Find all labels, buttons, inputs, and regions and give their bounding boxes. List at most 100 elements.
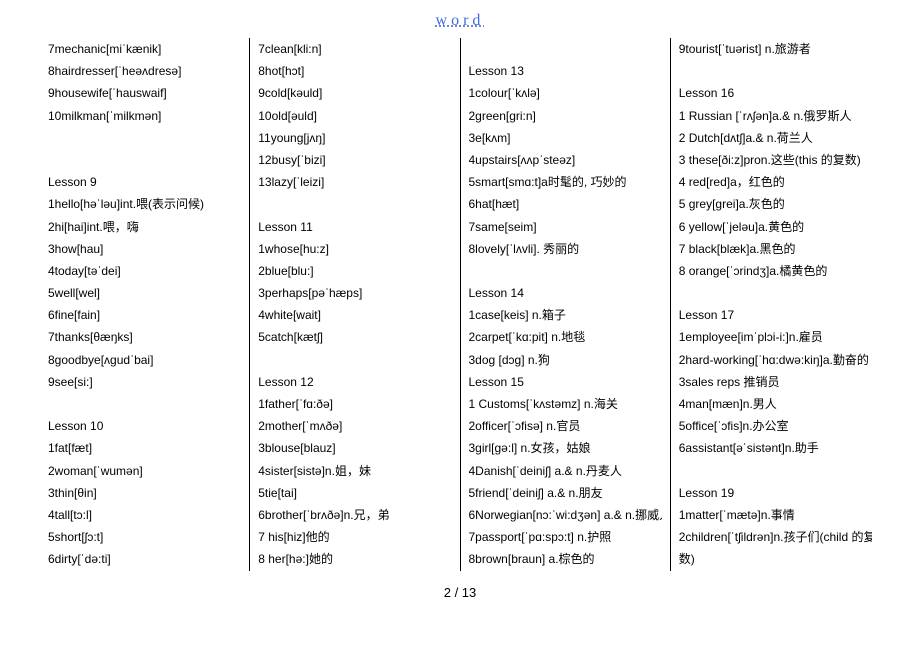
vocab-entry: 8lovely[ˈlᴧvli]. 秀丽的: [469, 238, 662, 260]
spacer: [469, 260, 662, 282]
content-columns: 7mechanic[miˈkænik]8hairdresser[ˈheəᴧdre…: [0, 38, 920, 571]
vocab-entry: 2hi[hai]int.喂，嗨: [48, 216, 241, 238]
vocab-entry: Lesson 13: [469, 60, 662, 82]
vocab-entry: 3e[kᴧm]: [469, 127, 662, 149]
vocab-entry: 2 Dutch[dᴧtʃ]a.& n.荷兰人: [679, 127, 872, 149]
vocab-entry: 1matter[ˈmætə]n.事情: [679, 504, 872, 526]
vocab-entry: 8goodbye[ᴧgudˈbai]: [48, 349, 241, 371]
column-2: Lesson 131colour[ˈkᴧlə]2green[gri:n]3e[k…: [461, 38, 671, 571]
vocab-entry: 4tall[tɔ:l]: [48, 504, 241, 526]
vocab-entry: 6brother[ˈbrᴧðə]n.兄，弟: [258, 504, 451, 526]
spacer: [679, 60, 872, 82]
vocab-entry: Lesson 11: [258, 216, 451, 238]
spacer: [48, 149, 241, 171]
vocab-entry: 5office[ˈɔfis]n.办公室: [679, 415, 872, 437]
vocab-entry: 4today[təˈdei]: [48, 260, 241, 282]
vocab-entry: Lesson 12: [258, 371, 451, 393]
vocab-entry: 7mechanic[miˈkænik]: [48, 38, 241, 60]
vocab-entry: 6fine[fain]: [48, 304, 241, 326]
vocab-entry: 1whose[hu:z]: [258, 238, 451, 260]
vocab-entry: 11young[jᴧŋ]: [258, 127, 451, 149]
vocab-entry: 2carpet[ˈkɑ:pit] n.地毯: [469, 326, 662, 348]
vocab-entry: 13lazy[ˈleizi]: [258, 171, 451, 193]
vocab-entry: 3thin[θin]: [48, 482, 241, 504]
column-3: 9tourist[ˈtuərist] n.旅游者 Lesson 161 Russi…: [671, 38, 880, 571]
spacer: [48, 393, 241, 415]
vocab-entry: 5smart[smɑ:t]a时髦的, 巧妙的: [469, 171, 662, 193]
spacer: [469, 38, 662, 60]
vocab-entry: 6hat[hæt]: [469, 193, 662, 215]
vocab-entry: Lesson 10: [48, 415, 241, 437]
vocab-entry: 3perhaps[pəˈhæps]: [258, 282, 451, 304]
vocab-entry: 8hot[hɔt]: [258, 60, 451, 82]
vocab-entry: 6dirty[ˈdə:ti]: [48, 548, 241, 570]
vocab-entry: 5tie[tai]: [258, 482, 451, 504]
vocab-entry: 5short[ʃɔ:t]: [48, 526, 241, 548]
vocab-entry: 5 grey[grei]a.灰色的: [679, 193, 872, 215]
vocab-entry: 3how[hau]: [48, 238, 241, 260]
column-0: 7mechanic[miˈkænik]8hairdresser[ˈheəᴧdre…: [40, 38, 250, 571]
vocab-entry: 2blue[blu:]: [258, 260, 451, 282]
vocab-entry: 7 black[blæk]a.黑色的: [679, 238, 872, 260]
spacer: [679, 282, 872, 304]
vocab-entry: 3sales reps 推销员: [679, 371, 872, 393]
vocab-entry: 4upstairs[ᴧᴧpˈsteəz]: [469, 149, 662, 171]
vocab-entry: 9see[si:]: [48, 371, 241, 393]
vocab-entry: 8hairdresser[ˈheəᴧdresə]: [48, 60, 241, 82]
vocab-entry: 5friend[ˈdeiniʃ] a.& n.朋友: [469, 482, 662, 504]
doc-title: word: [0, 0, 920, 38]
vocab-entry: 3blouse[blauz]: [258, 437, 451, 459]
vocab-entry: 12busy[ˈbizi]: [258, 149, 451, 171]
vocab-entry: 1father[ˈfɑ:ðə]: [258, 393, 451, 415]
vocab-entry: 5well[wel]: [48, 282, 241, 304]
vocab-entry: 9tourist[ˈtuərist] n.旅游者: [679, 38, 872, 60]
vocab-entry: Lesson 9: [48, 171, 241, 193]
vocab-entry: 4white[wait]: [258, 304, 451, 326]
vocab-entry: 4 red[red]a，红色的: [679, 171, 872, 193]
vocab-entry: 4sister[sistə]n.姐，妹: [258, 460, 451, 482]
vocab-entry: 2hard-working[ˈhɑ:dwə:kiŋ]a.勤奋的: [679, 349, 872, 371]
spacer: [258, 193, 451, 215]
vocab-entry: 1hello[həˈləu]int.喂(表示问候): [48, 193, 241, 215]
vocab-entry: 2officer[ˈɔfisə] n.官员: [469, 415, 662, 437]
vocab-entry: 6Norwegian[nɔ:ˈwi:dʒən] a.& n.挪威人: [469, 504, 662, 526]
vocab-entry: 7same[seim]: [469, 216, 662, 238]
vocab-entry: 5catch[kætʃ]: [258, 326, 451, 348]
vocab-entry: 2green[gri:n]: [469, 105, 662, 127]
vocab-entry: 6 yellow[ˈjeləu]a.黄色的: [679, 216, 872, 238]
vocab-entry: 1employee[imˈplɔi-i:]n.雇员: [679, 326, 872, 348]
vocab-entry: Lesson 19: [679, 482, 872, 504]
vocab-entry: 9cold[kəuld]: [258, 82, 451, 104]
vocab-entry: 8brown[braun] a.棕色的: [469, 548, 662, 570]
spacer: [258, 349, 451, 371]
vocab-entry: 10milkman[ˈmilkmən]: [48, 105, 241, 127]
vocab-entry: 9housewife[ˈhauswaif]: [48, 82, 241, 104]
vocab-entry: 数): [679, 548, 872, 570]
vocab-entry: 1 Customs[ˈkᴧstəmz] n.海关: [469, 393, 662, 415]
vocab-entry: 10old[əuld]: [258, 105, 451, 127]
vocab-entry: 3dog [dɔg] n.狗: [469, 349, 662, 371]
vocab-entry: 1fat[fæt]: [48, 437, 241, 459]
vocab-entry: 2woman[ˈwumən]: [48, 460, 241, 482]
vocab-entry: 1colour[ˈkᴧlə]: [469, 82, 662, 104]
spacer: [48, 127, 241, 149]
vocab-entry: Lesson 17: [679, 304, 872, 326]
vocab-entry: 4man[mæn]n.男人: [679, 393, 872, 415]
column-1: 7clean[kli:n]8hot[hɔt]9cold[kəuld]10old[…: [250, 38, 460, 571]
vocab-entry: Lesson 16: [679, 82, 872, 104]
vocab-entry: 8 orange[ˈɔrindʒ]a.橘黄色的: [679, 260, 872, 282]
vocab-entry: 3girl[gə:l] n.女孩，姑娘: [469, 437, 662, 459]
vocab-entry: 7thanks[θæŋks]: [48, 326, 241, 348]
vocab-entry: 2mother[ˈmᴧðə]: [258, 415, 451, 437]
vocab-entry: Lesson 15: [469, 371, 662, 393]
vocab-entry: 7 his[hiz]他的: [258, 526, 451, 548]
vocab-entry: 1 Russian [ˈrᴧʃən]a.& n.俄罗斯人: [679, 105, 872, 127]
vocab-entry: 7passport[ˈpɑ:spɔ:t] n.护照: [469, 526, 662, 548]
vocab-entry: Lesson 14: [469, 282, 662, 304]
vocab-entry: 7clean[kli:n]: [258, 38, 451, 60]
vocab-entry: 3 these[ði:z]pron.这些(this 的复数): [679, 149, 872, 171]
vocab-entry: 8 her[hə:]她的: [258, 548, 451, 570]
spacer: [679, 460, 872, 482]
vocab-entry: 4Danish[ˈdeiniʃ] a.& n.丹麦人: [469, 460, 662, 482]
vocab-entry: 6assistant[əˈsistənt]n.助手: [679, 437, 872, 459]
